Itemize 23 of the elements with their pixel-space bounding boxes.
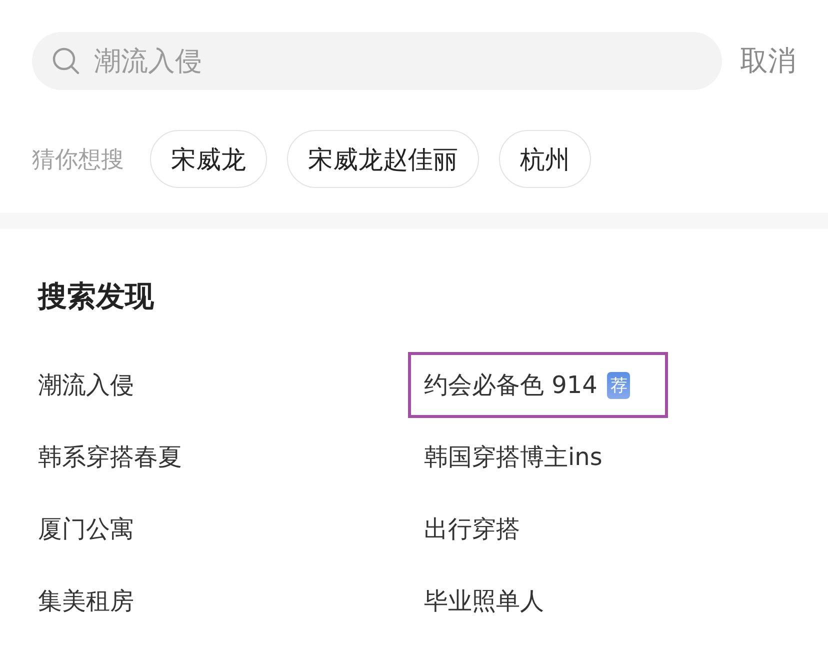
item-text: 出行穿搭	[424, 514, 520, 545]
item-text: 韩系穿搭春夏	[38, 442, 182, 473]
section-title: 搜索发现	[38, 278, 155, 315]
discover-item[interactable]: 约会必备色 914 荐	[408, 352, 668, 418]
item-text: 集美租房	[38, 586, 134, 617]
recommend-badge: 荐	[607, 372, 630, 398]
discover-item[interactable]: 厦门公寓	[22, 496, 150, 562]
discover-item[interactable]: 集美租房	[22, 568, 150, 634]
discover-item[interactable]: 潮流入侵	[22, 352, 150, 418]
discover-item[interactable]: 韩国穿搭博主ins	[408, 424, 618, 490]
discover-item[interactable]: 毕业照单人	[408, 568, 560, 634]
discover-item[interactable]: 韩系穿搭春夏	[22, 424, 198, 490]
discover-item[interactable]: 出行穿搭	[408, 496, 536, 562]
item-text: 约会必备色 914	[424, 370, 598, 401]
item-text: 韩国穿搭博主ins	[424, 442, 602, 473]
item-text: 潮流入侵	[38, 370, 134, 401]
guess-label: 猜你想搜	[32, 146, 124, 174]
suggestion-chip[interactable]: 宋威龙	[150, 130, 267, 188]
suggestion-chip[interactable]: 宋威龙赵佳丽	[287, 130, 479, 188]
search-field[interactable]: 潮流入侵	[32, 32, 722, 90]
suggestion-chip[interactable]: 杭州	[499, 130, 591, 188]
item-text: 毕业照单人	[424, 586, 544, 617]
item-text: 厦门公寓	[38, 514, 134, 545]
